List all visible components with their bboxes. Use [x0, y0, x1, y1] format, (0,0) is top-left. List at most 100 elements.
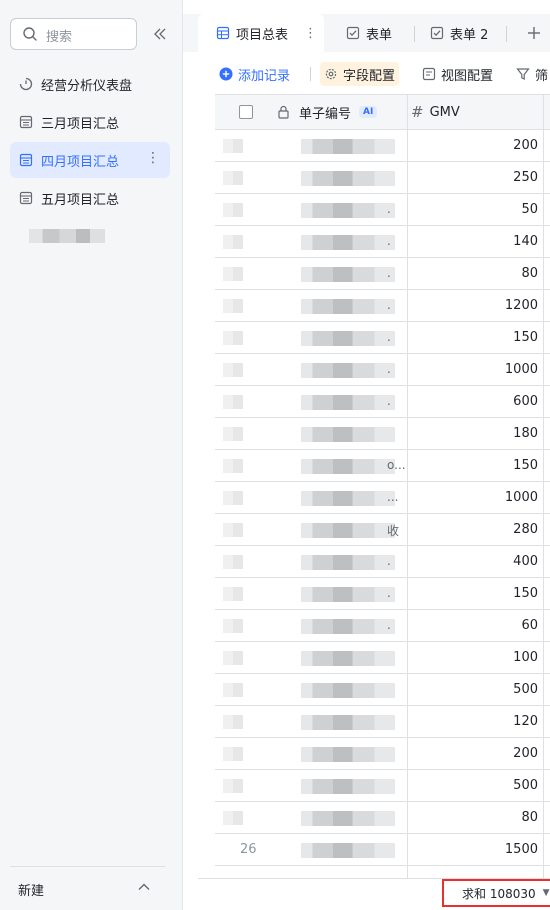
tab-form[interactable]: 表单: [346, 14, 406, 52]
tab-label: 项目总表: [236, 27, 289, 43]
gmv-cell[interactable]: 100: [410, 650, 538, 665]
data-grid: 单子编号 AI # GMV 200 250. 50. 140. 80. 1200. 150.…: [215, 94, 550, 878]
redacted-order-id: [301, 555, 395, 570]
table-row[interactable]: . 1200: [215, 290, 550, 322]
table-row[interactable]: . 400: [215, 546, 550, 578]
plus-icon: [528, 27, 540, 39]
add-view-button[interactable]: [527, 14, 547, 52]
sidebar-item-april[interactable]: 四月项目汇总 ⋮: [10, 142, 170, 178]
column-divider: [543, 95, 544, 131]
table-row[interactable]: . 1000: [215, 354, 550, 386]
gmv-cell[interactable]: 150: [410, 458, 538, 473]
table-row[interactable]: 200: [215, 738, 550, 770]
toolbar-divider: [310, 67, 311, 81]
table-row[interactable]: . 150: [215, 578, 550, 610]
search-row: 搜索: [10, 18, 180, 50]
more-vertical-icon[interactable]: ⋮: [146, 151, 160, 165]
tab-project-summary[interactable]: 项目总表 ⋮: [198, 14, 324, 52]
table-row[interactable]: 500: [215, 770, 550, 802]
grid-header: 单子编号 AI # GMV: [215, 94, 550, 131]
gmv-cell[interactable]: 1000: [410, 490, 538, 505]
search-input[interactable]: 搜索: [10, 18, 137, 50]
select-all-cell[interactable]: [239, 95, 259, 129]
table-row[interactable]: 200: [215, 130, 550, 162]
gmv-cell[interactable]: 500: [410, 778, 538, 793]
redacted-order-id: [301, 811, 395, 826]
gmv-cell[interactable]: 180: [410, 426, 538, 441]
gmv-cell[interactable]: 1500: [410, 842, 538, 857]
tab-divider: [506, 26, 507, 42]
order-id-tail: .: [387, 330, 391, 344]
sidebar-item-redacted[interactable]: [10, 218, 170, 254]
table-row[interactable]: 26 1500: [215, 834, 550, 866]
table-row[interactable]: 250: [215, 162, 550, 194]
view-config-button[interactable]: 视图配置: [422, 62, 493, 86]
gmv-cell[interactable]: 1200: [410, 298, 538, 313]
column-header-gmv[interactable]: # GMV: [411, 95, 541, 129]
new-button[interactable]: 新建: [18, 880, 44, 899]
table-row[interactable]: 500: [215, 674, 550, 706]
gmv-cell[interactable]: 600: [410, 394, 538, 409]
redacted-order-id: [301, 523, 395, 538]
table-icon: [19, 153, 33, 167]
sidebar-item-label: 四月项目汇总: [41, 154, 120, 170]
gmv-cell[interactable]: 400: [410, 554, 538, 569]
sidebar-item-may[interactable]: 五月项目汇总: [10, 180, 170, 216]
field-config-button[interactable]: 字段配置: [320, 62, 400, 86]
gmv-cell[interactable]: 150: [410, 330, 538, 345]
order-id-tail: ...: [387, 490, 399, 504]
select-all-checkbox[interactable]: [239, 105, 253, 119]
gmv-cell[interactable]: 200: [410, 138, 538, 153]
tab-form-2[interactable]: 表单 2: [430, 14, 500, 52]
table-row[interactable]: 收 280: [215, 514, 550, 546]
sidebar-nav: 经营分析仪表盘 三月项目汇总 四月项目汇总 ⋮ 五月项目汇总: [10, 66, 170, 256]
table-row[interactable]: 120: [215, 706, 550, 738]
chevron-up-icon[interactable]: [137, 880, 151, 894]
table-row[interactable]: . 600: [215, 386, 550, 418]
redacted-order-id: [301, 203, 395, 218]
gmv-cell[interactable]: 150: [410, 586, 538, 601]
add-record-button[interactable]: 添加记录: [219, 62, 290, 86]
redacted-order-id: [301, 235, 395, 250]
sidebar: 搜索 经营分析仪表盘 三月项目汇总 四月项目汇总 ⋮ 五月项目汇总 新建: [0, 0, 183, 910]
gmv-cell[interactable]: 80: [410, 266, 538, 281]
more-vertical-icon[interactable]: ⋮: [304, 26, 317, 41]
sidebar-item-dashboard[interactable]: 经营分析仪表盘: [10, 66, 170, 102]
collapse-sidebar-button[interactable]: [148, 22, 172, 46]
table-row[interactable]: . 150: [215, 322, 550, 354]
row-index-redacted: [223, 779, 243, 793]
gmv-cell[interactable]: 500: [410, 682, 538, 697]
table-row[interactable]: 180: [215, 418, 550, 450]
gmv-cell[interactable]: 60: [410, 618, 538, 633]
table-row[interactable]: 80: [215, 802, 550, 834]
redacted-order-id: [301, 427, 395, 442]
table-row[interactable]: ... 1000: [215, 482, 550, 514]
gmv-cell[interactable]: 1000: [410, 362, 538, 377]
sum-statistic-dropdown[interactable]: 求和 108030 ▼: [442, 879, 550, 907]
table-row[interactable]: . 80: [215, 258, 550, 290]
filter-button[interactable]: 筛: [516, 62, 548, 86]
redacted-order-id: [301, 363, 395, 378]
table-row[interactable]: . 60: [215, 610, 550, 642]
gmv-cell[interactable]: 50: [410, 202, 538, 217]
gmv-cell[interactable]: 250: [410, 170, 538, 185]
table-row[interactable]: . 140: [215, 226, 550, 258]
sidebar-item-march[interactable]: 三月项目汇总: [10, 104, 170, 140]
redacted-order-id: [301, 843, 395, 858]
order-id-tail: .: [387, 234, 391, 248]
redacted-order-id: [301, 683, 395, 698]
order-id-tail: .: [387, 298, 391, 312]
table-row[interactable]: o... 150: [215, 450, 550, 482]
gmv-cell[interactable]: 280: [410, 522, 538, 537]
table-row[interactable]: 100: [215, 642, 550, 674]
gmv-cell[interactable]: 200: [410, 746, 538, 761]
gmv-cell[interactable]: 120: [410, 714, 538, 729]
gmv-cell[interactable]: 140: [410, 234, 538, 249]
search-icon: [23, 27, 37, 41]
redacted-order-id: [301, 619, 395, 634]
row-index-redacted: [223, 395, 243, 409]
column-header-id[interactable]: 单子编号 AI: [277, 95, 387, 129]
table-row[interactable]: . 50: [215, 194, 550, 226]
row-index-redacted: [223, 267, 243, 281]
gmv-cell[interactable]: 80: [410, 810, 538, 825]
